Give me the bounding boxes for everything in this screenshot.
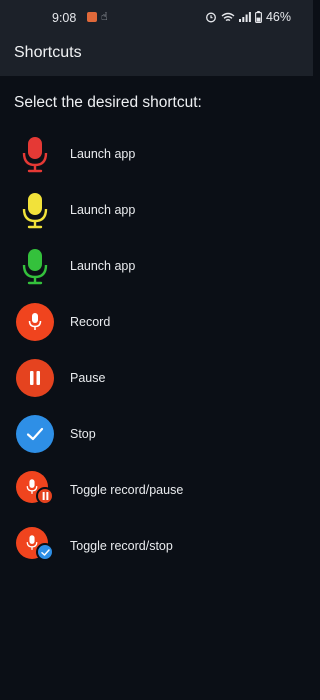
app-notification-icon [87, 12, 97, 22]
status-time: 9:08 [52, 11, 77, 25]
shortcut-label: Record [70, 315, 111, 329]
shortcut-item-launch-app-yellow[interactable]: Launch app [0, 191, 313, 239]
status-bar: 9:08 ☝ 46% [0, 0, 313, 36]
page-title: Shortcuts [14, 44, 82, 61]
shortcut-item-pause[interactable]: Pause [0, 359, 313, 407]
check-icon [36, 543, 54, 561]
pause-icon [36, 487, 54, 505]
record-icon [16, 303, 54, 341]
wifi-icon [221, 12, 235, 21]
shortcut-item-launch-app-green[interactable]: Launch app [0, 247, 313, 295]
status-icons: 46% [205, 10, 291, 24]
shortcut-label: Launch app [70, 147, 136, 161]
gesture-icon: ☝ [101, 11, 108, 23]
mic-icon-red [22, 137, 48, 173]
shortcut-item-stop[interactable]: Stop [0, 415, 313, 463]
signal-icon [238, 12, 251, 22]
app-bar: Shortcuts [0, 36, 313, 76]
toggle-record-stop-icon [16, 527, 54, 565]
battery-icon [255, 11, 262, 23]
mic-icon-green [22, 249, 48, 285]
mic-icon-yellow [22, 193, 48, 229]
shortcut-label: Launch app [70, 203, 136, 217]
toggle-record-pause-icon [16, 471, 54, 509]
shortcut-label: Toggle record/stop [70, 539, 173, 553]
shortcut-item-toggle-record-stop[interactable]: Toggle record/stop [0, 527, 313, 575]
shortcut-heading: Select the desired shortcut: [14, 94, 202, 111]
pause-icon [16, 359, 54, 397]
shortcut-item-record[interactable]: Record [0, 303, 313, 351]
shortcut-item-launch-app-red[interactable]: Launch app [0, 135, 313, 183]
battery-percent: 46% [265, 10, 291, 24]
shortcut-label: Pause [70, 371, 106, 385]
shortcut-label: Toggle record/pause [70, 483, 184, 497]
stop-check-icon [16, 415, 54, 453]
shortcut-label: Stop [70, 427, 96, 441]
alarm-icon [206, 12, 216, 23]
shortcut-label: Launch app [70, 259, 136, 273]
shortcut-item-toggle-record-pause[interactable]: Toggle record/pause [0, 471, 313, 519]
